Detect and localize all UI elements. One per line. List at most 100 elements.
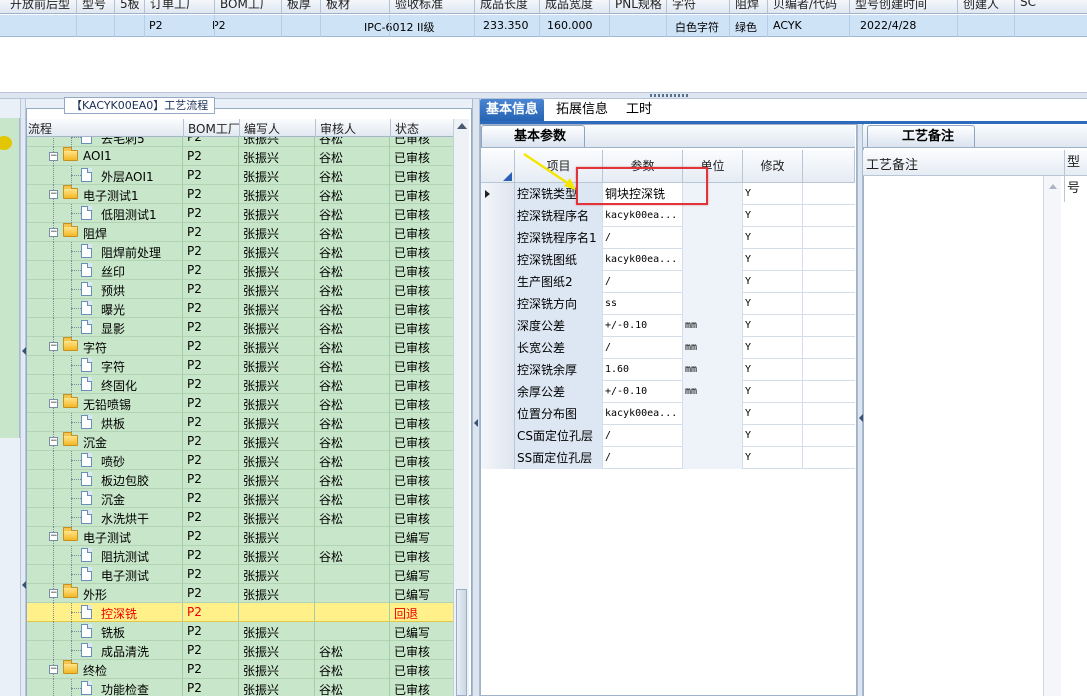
process-tree-row[interactable]: 曝光 P2 张振兴 谷松 已审核 xyxy=(27,299,453,318)
process-tree-row[interactable]: 阻焊前处理 P2 张振兴 谷松 已审核 xyxy=(27,242,453,261)
scroll-up-icon[interactable] xyxy=(457,123,467,129)
params-unit-cell[interactable] xyxy=(683,271,743,293)
scroll-thumb[interactable] xyxy=(456,589,467,696)
process-tree-row[interactable]: 电子测试 P2 张振兴 已编写 xyxy=(27,565,453,584)
params-unit-cell[interactable]: mm xyxy=(683,315,743,337)
params-unit-cell[interactable] xyxy=(683,293,743,315)
params-unit-cell[interactable]: mm xyxy=(683,359,743,381)
process-tree-row[interactable]: 喷砂 P2 张振兴 谷松 已审核 xyxy=(27,451,453,470)
process-tree-row[interactable]: − 电子测试 P2 张振兴 已编写 xyxy=(27,527,453,546)
collapse-toggle-icon[interactable]: − xyxy=(49,152,58,161)
params-param-cell[interactable]: / xyxy=(603,227,683,249)
row-header[interactable] xyxy=(481,315,515,337)
collapse-toggle-icon[interactable]: − xyxy=(49,399,58,408)
params-param-cell[interactable]: kacyk00ea... xyxy=(603,403,683,425)
collapse-toggle-icon[interactable]: − xyxy=(49,437,58,446)
params-unit-cell[interactable] xyxy=(683,425,743,447)
collapse-toggle-icon[interactable]: − xyxy=(49,589,58,598)
process-tree-row[interactable]: 丝印 P2 张振兴 谷松 已审核 xyxy=(27,261,453,280)
params-row[interactable]: SS面定位孔层 / Y xyxy=(481,447,855,469)
params-unit-cell[interactable] xyxy=(683,447,743,469)
params-unit-cell[interactable]: mm xyxy=(683,337,743,359)
process-tree[interactable]: 去毛刺5 P2 张振兴 谷松 已审核 − AOI1 P2 张振兴 谷松 已审核 外层AOI1 P2 张振兴… xyxy=(27,137,453,696)
tree-scrollbar[interactable] xyxy=(453,119,469,696)
process-tree-row[interactable]: 成品清洗 P2 张振兴 谷松 已审核 xyxy=(27,641,453,660)
row-header[interactable] xyxy=(481,337,515,359)
params-param-cell[interactable]: / xyxy=(603,447,683,469)
row-header[interactable] xyxy=(481,183,515,205)
process-tree-row[interactable]: 低阻测试1 P2 张振兴 谷松 已审核 xyxy=(27,204,453,223)
collapse-middle-icon[interactable] xyxy=(474,419,478,427)
row-header[interactable] xyxy=(481,249,515,271)
params-row[interactable]: 控深铣余厚 1.60 mm Y xyxy=(481,359,855,381)
row-header[interactable] xyxy=(481,359,515,381)
row-header[interactable] xyxy=(481,447,515,469)
basic-params-tab[interactable]: 基本参数 xyxy=(481,125,586,147)
params-row[interactable]: 控深铣程序名 kacyk00ea... Y xyxy=(481,205,855,227)
params-param-cell[interactable]: / xyxy=(603,337,683,359)
params-mod-cell[interactable]: Y xyxy=(743,337,803,359)
splitter-grip-icon[interactable] xyxy=(650,94,688,97)
row-header[interactable] xyxy=(481,425,515,447)
notes-scrollbar[interactable] xyxy=(1043,176,1061,696)
process-tree-row[interactable]: − 终检 P2 张振兴 谷松 已审核 xyxy=(27,660,453,679)
params-param-cell[interactable]: +/-0.10 xyxy=(603,315,683,337)
params-param-cell[interactable]: 1.60 xyxy=(603,359,683,381)
process-tree-row[interactable]: 水洗烘干 P2 张振兴 谷松 已审核 xyxy=(27,508,453,527)
params-mod-cell[interactable]: Y xyxy=(743,249,803,271)
params-unit-cell[interactable] xyxy=(683,249,743,271)
params-mod-cell[interactable]: Y xyxy=(743,359,803,381)
process-tree-row[interactable]: − AOI1 P2 张振兴 谷松 已审核 xyxy=(27,147,453,166)
params-mod-cell[interactable]: Y xyxy=(743,183,803,205)
collapse-toggle-icon[interactable]: − xyxy=(49,665,58,674)
process-tree-row[interactable]: 阻抗测试 P2 张振兴 谷松 已审核 xyxy=(27,546,453,565)
params-row[interactable]: 位置分布图 kacyk00ea... Y xyxy=(481,403,855,425)
row-header[interactable] xyxy=(481,271,515,293)
params-unit-cell[interactable] xyxy=(683,227,743,249)
params-mod-cell[interactable]: Y xyxy=(743,205,803,227)
process-tree-row[interactable]: 板边包胶 P2 张振兴 谷松 已审核 xyxy=(27,470,453,489)
scroll-up-icon[interactable] xyxy=(1049,184,1057,189)
params-param-cell[interactable]: kacyk00ea... xyxy=(603,205,683,227)
params-unit-cell[interactable]: mm xyxy=(683,381,743,403)
process-tree-row[interactable]: − 阻焊 P2 张振兴 谷松 已审核 xyxy=(27,223,453,242)
params-row[interactable]: 长宽公差 / mm Y xyxy=(481,337,855,359)
process-tree-row[interactable]: 功能检查 P2 张振兴 谷松 已审核 xyxy=(27,679,453,696)
process-tree-row[interactable]: − 沉金 P2 张振兴 谷松 已审核 xyxy=(27,432,453,451)
row-header[interactable] xyxy=(481,293,515,315)
params-row[interactable]: 生产图纸2/ Y xyxy=(481,271,855,293)
params-row[interactable]: 余厚公差 +/-0.10 mm Y xyxy=(481,381,855,403)
params-mod-cell[interactable]: Y xyxy=(743,381,803,403)
process-tree-row[interactable]: − 电子测试1 P2 张振兴 谷松 已审核 xyxy=(27,185,453,204)
params-row[interactable]: 控深铣方向 ss Y xyxy=(481,293,855,315)
process-tree-row[interactable]: 铣板 P2 张振兴 已编写 xyxy=(27,622,453,641)
params-unit-cell[interactable] xyxy=(683,403,743,425)
process-tree-row[interactable]: − 无铅喷锡 P2 张振兴 谷松 已审核 xyxy=(27,394,453,413)
params-mod-cell[interactable]: Y xyxy=(743,315,803,337)
params-mod-cell[interactable]: Y xyxy=(743,271,803,293)
params-param-cell[interactable]: ss xyxy=(603,293,683,315)
tab-basic-info[interactable]: 基本信息 xyxy=(480,99,545,121)
collapse-toggle-icon[interactable]: − xyxy=(49,532,58,541)
process-tree-row[interactable]: 字符 P2 张振兴 谷松 已审核 xyxy=(27,356,453,375)
params-mod-cell[interactable]: Y xyxy=(743,447,803,469)
tab-extended-info[interactable]: 拓展信息 xyxy=(550,99,614,121)
process-notes-tab[interactable]: 工艺备注 xyxy=(867,125,976,147)
process-tree-row[interactable]: − 外形 P2 张振兴 已编写 xyxy=(27,584,453,603)
row-header[interactable] xyxy=(481,205,515,227)
params-row[interactable]: 控深铣图纸 kacyk00ea... Y xyxy=(481,249,855,271)
params-param-cell[interactable]: / xyxy=(603,271,683,293)
row-header[interactable] xyxy=(481,227,515,249)
process-tree-row[interactable]: 烘板 P2 张振兴 谷松 已审核 xyxy=(27,413,453,432)
params-unit-cell[interactable] xyxy=(683,205,743,227)
process-tree-row[interactable]: 显影 P2 张振兴 谷松 已审核 xyxy=(27,318,453,337)
middle-splitter[interactable] xyxy=(472,99,480,696)
params-row[interactable]: CS面定位孔层 / Y xyxy=(481,425,855,447)
model-grid-row[interactable]: P2 P2 IPC-6012 II级 233.350 160.000 白色字符 绿色 ACYK… xyxy=(0,15,1087,37)
params-mod-cell[interactable]: Y xyxy=(743,293,803,315)
process-tree-row[interactable]: 控深铣 P2 回退 xyxy=(27,603,453,622)
collapse-toggle-icon[interactable]: − xyxy=(49,190,58,199)
params-param-cell[interactable]: / xyxy=(603,425,683,447)
params-mod-cell[interactable]: Y xyxy=(743,425,803,447)
tab-work-hours[interactable]: 工时 xyxy=(620,99,658,121)
